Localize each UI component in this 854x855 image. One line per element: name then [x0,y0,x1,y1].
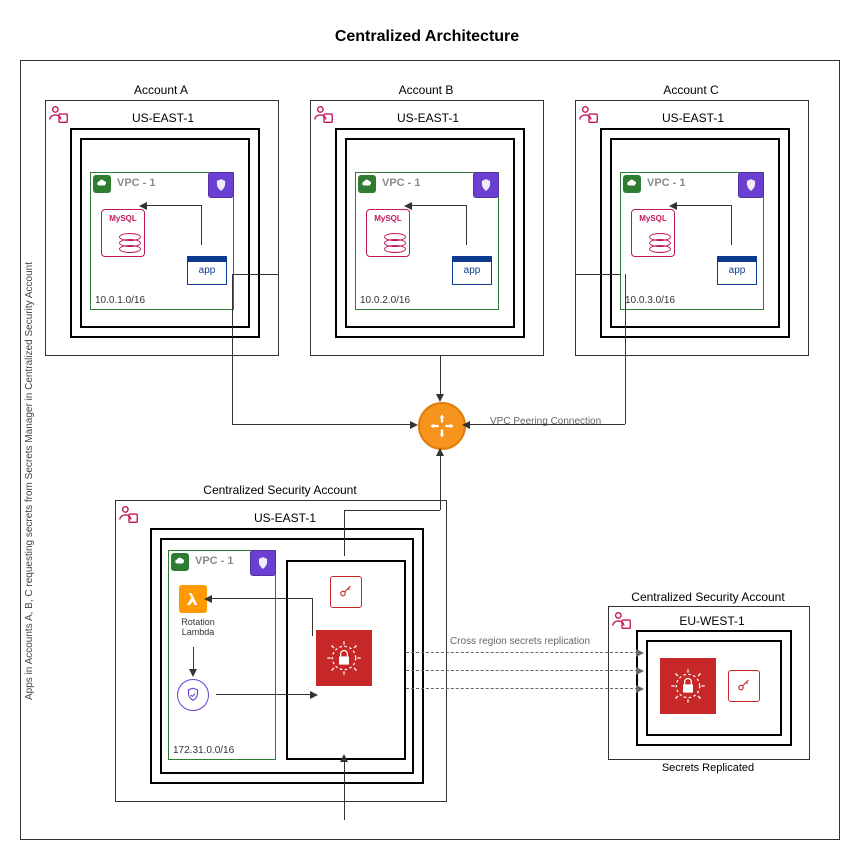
vpc-cloud-icon [358,175,376,193]
rotation-lambda-label-1: Rotation [181,617,215,627]
account-c-title: Account C [575,83,807,97]
shield-icon [208,172,234,198]
arrow-icon [139,202,147,210]
app-node-icon: app [452,261,492,285]
edge [677,205,732,206]
account-b-title: Account B [310,83,542,97]
rotation-lambda-label-2: Lambda [182,627,215,637]
arrow-icon [404,202,412,210]
shield-icon [473,172,499,198]
arrow-icon [436,448,444,456]
replication-edge [406,688,638,689]
replica-account-title: Centralized Security Account [608,590,808,604]
account-b-vpc-label: VPC - 1 [382,177,421,189]
edge [440,355,441,395]
edge [412,205,467,206]
account-b-cidr: 10.0.2.0/16 [360,295,410,306]
replication-edge [406,652,638,653]
arrow-icon [462,421,470,429]
key-icon [330,576,362,608]
edge [232,274,233,424]
account-a-vpc: VPC - 1 MySQL app [90,172,234,310]
arrow-icon [636,685,644,693]
lambda-icon [179,585,207,613]
replication-edge [406,670,638,671]
security-cidr: 172.31.0.0/16 [173,745,234,756]
edge [470,424,625,425]
transit-gateway-icon [418,402,466,450]
account-icon [578,103,600,125]
side-note-text: Apps in Accounts A, B, C requesting secr… [24,262,35,700]
security-region-label: US-EAST-1 [150,511,420,525]
mysql-db-icon: MySQL [366,209,410,257]
edge [466,205,467,245]
edge [344,510,440,511]
arrow-icon [669,202,677,210]
account-icon [118,503,140,525]
account-b-vpc: VPC - 1 MySQL app [355,172,499,310]
arrow-icon [410,421,418,429]
account-c-vpc: VPC - 1 MySQL app [620,172,764,310]
edge [575,274,621,275]
arrow-icon [636,667,644,675]
account-a-cidr: 10.0.1.0/16 [95,295,145,306]
edge [625,274,626,424]
account-b-region-label: US-EAST-1 [335,111,521,125]
account-icon [48,103,70,125]
security-account-title: Centralized Security Account [115,483,445,497]
diagram-canvas: Centralized Architecture Apps in Account… [0,0,854,855]
diagram-title: Centralized Architecture [0,28,854,46]
secrets-manager-replica-icon [660,658,716,714]
arrow-icon [310,691,318,699]
edge [312,598,313,636]
edge [344,510,345,556]
mysql-db-icon: MySQL [101,209,145,257]
vpc-peering-label: VPC Peering Connection [490,416,601,427]
secrets-replicated-label: Secrets Replicated [608,762,808,774]
endpoint-icon [177,679,209,711]
edge [216,694,312,695]
vpc-cloud-icon [171,553,189,571]
account-a-region-label: US-EAST-1 [70,111,256,125]
replica-region-label: EU-WEST-1 [636,614,788,628]
vpc-cloud-icon [623,175,641,193]
account-c-cidr: 10.0.3.0/16 [625,295,675,306]
edge [193,647,194,671]
security-vpc: VPC - 1 Rotation Lambda 1 [168,550,276,760]
edge [212,598,312,599]
edge [232,274,278,275]
edge [147,205,202,206]
account-icon [313,103,335,125]
account-a-title: Account A [45,83,277,97]
edge [731,205,732,245]
security-vpc-label: VPC - 1 [195,555,234,567]
edge [344,760,345,820]
account-c-vpc-label: VPC - 1 [647,177,686,189]
shield-icon [250,550,276,576]
account-a-vpc-label: VPC - 1 [117,177,156,189]
arrow-icon [340,754,348,762]
account-c-region-label: US-EAST-1 [600,111,786,125]
edge [440,450,441,510]
vpc-cloud-icon [93,175,111,193]
mysql-db-icon: MySQL [631,209,675,257]
app-node-icon: app [187,261,227,285]
arrow-icon [636,649,644,657]
arrow-icon [204,595,212,603]
arrow-icon [189,669,197,677]
key-icon [728,670,760,702]
shield-icon [738,172,764,198]
edge [201,205,202,245]
app-node-icon: app [717,261,757,285]
secrets-manager-icon [316,630,372,686]
edge [232,424,410,425]
account-icon [611,609,633,631]
arrow-icon [436,394,444,402]
cross-region-replication-label: Cross region secrets replication [450,636,590,647]
